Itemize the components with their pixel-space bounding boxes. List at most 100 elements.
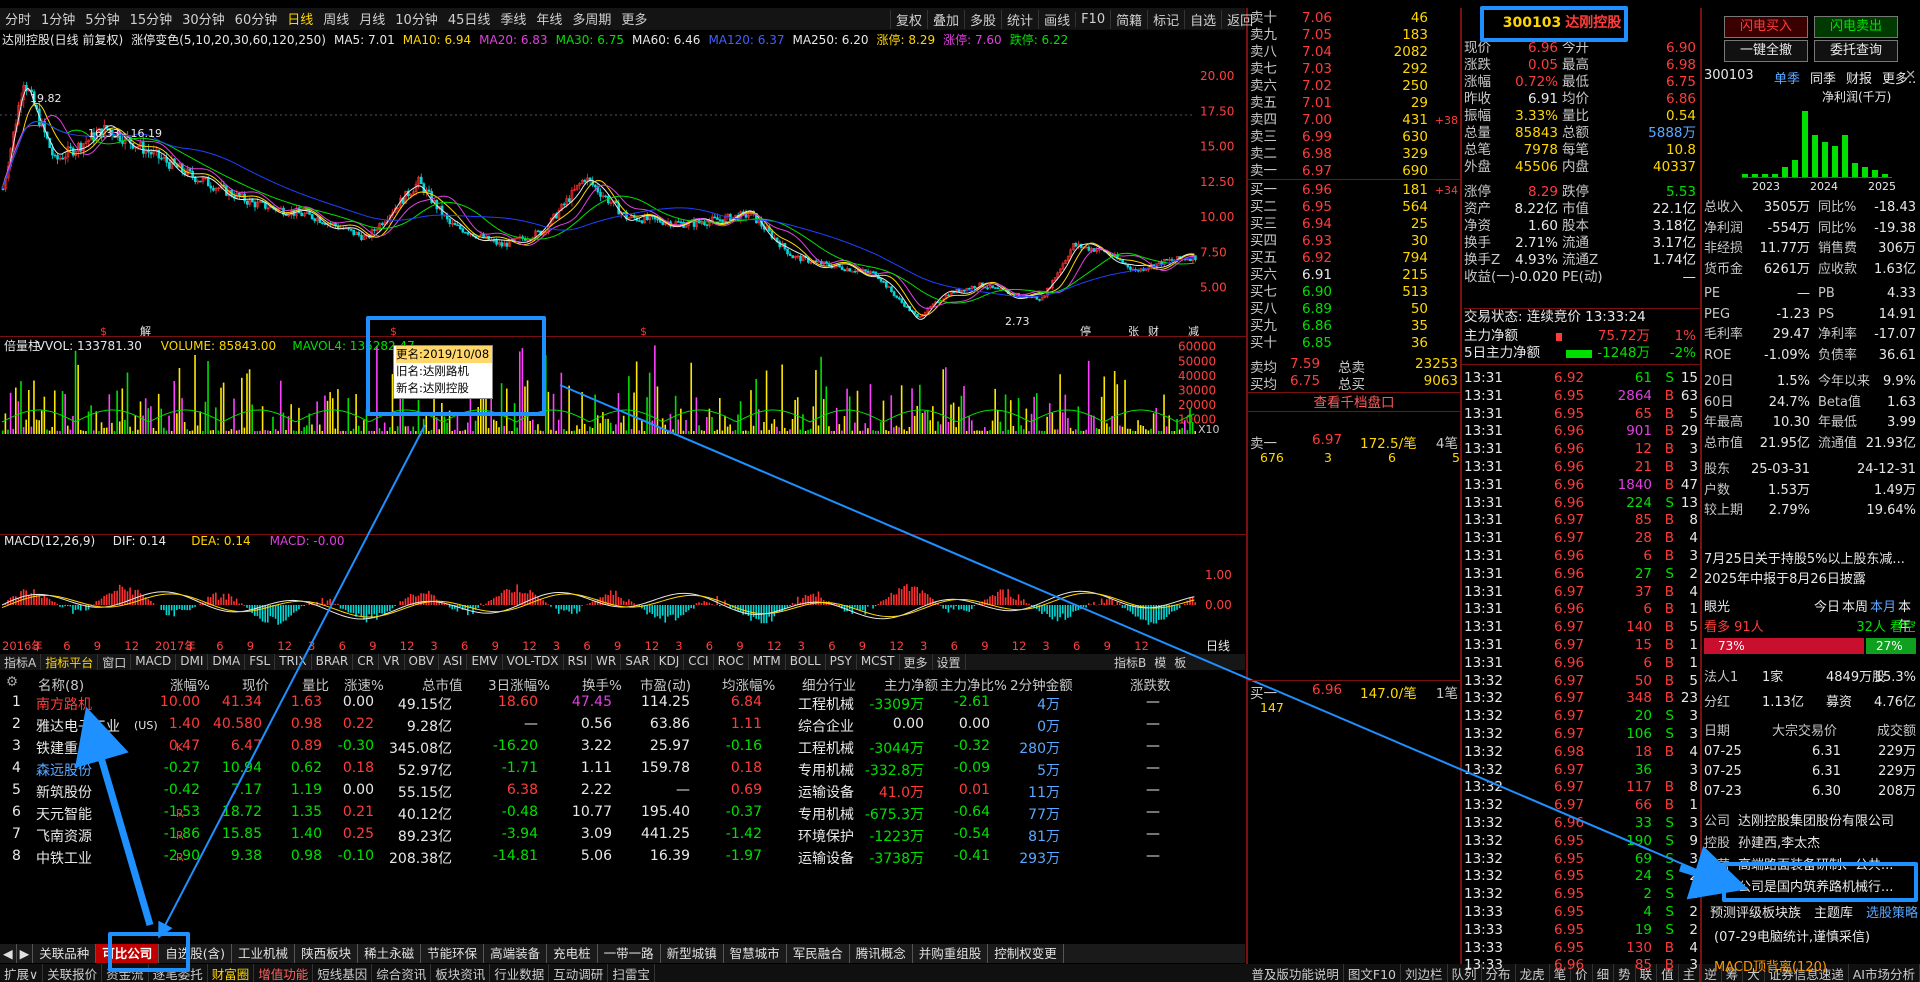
toolbar-7[interactable]: 标记	[1147, 9, 1184, 29]
footer-1[interactable]: 关联报价	[43, 964, 103, 982]
col-header-6[interactable]: 3日涨幅%	[488, 674, 550, 694]
tab-0[interactable]: 关联品种	[33, 944, 97, 963]
col-header-2[interactable]: 现价	[242, 674, 269, 694]
indicator-15[interactable]: RSI	[564, 654, 593, 670]
button-3[interactable]: 委托查询	[1814, 40, 1898, 62]
table-row[interactable]: 4 森远股份 -0.27 10.94 0.62 0.18 52.97亿 -1.71 1.11 15…	[0, 758, 1245, 780]
period-13[interactable]: 多周期	[567, 9, 616, 28]
chart-area[interactable]: 20.0017.5015.0012.5010.007.505.0019.8216…	[0, 30, 1246, 670]
col-header-4[interactable]: 涨速%	[344, 674, 384, 694]
indicator-9[interactable]: CR	[353, 654, 379, 670]
indicator-22[interactable]: BOLL	[786, 654, 826, 670]
table-row[interactable]: 8 中铁工业 R -2.90 9.38 0.98 -0.10 208.38亿 -14.81 5.0…	[0, 846, 1245, 868]
indicator-12[interactable]: ASI	[439, 654, 468, 670]
table-row[interactable]: 5 新筑股份 -0.42 7.17 1.19 0.00 55.15亿 6.38 2.22—0.6…	[0, 780, 1245, 802]
footer-11[interactable]: 扫雷宝	[608, 964, 655, 982]
table-row[interactable]: 6 天元智能 R -1.53 18.72 1.35 0.21 40.12亿 -0.48 10.77…	[0, 802, 1245, 824]
period-4[interactable]: 30分钟	[177, 9, 230, 28]
period-1[interactable]: 1分钟	[36, 9, 80, 28]
toolbar-3[interactable]: 统计	[1001, 9, 1038, 29]
toolbar-9[interactable]: 返回	[1221, 9, 1258, 29]
button-1[interactable]: 闪电卖出	[1814, 16, 1898, 38]
tab-15[interactable]: 控制权变更	[988, 944, 1064, 963]
col-header-14[interactable]: 涨跌数	[1130, 674, 1171, 694]
tab-6[interactable]: 节能环保	[421, 944, 485, 963]
tab-scroll-left[interactable]: ◀	[0, 944, 17, 963]
col-header-10[interactable]: 细分行业	[802, 674, 856, 694]
link-0[interactable]: 预测评级	[1710, 902, 1762, 921]
tab-9[interactable]: 一带一路	[598, 944, 661, 963]
tab-14[interactable]: 并购重组股	[913, 944, 989, 963]
fin-close-icon[interactable]: ✕	[1905, 68, 1916, 83]
indicator-18[interactable]: KDJ	[655, 654, 685, 670]
indicator-3[interactable]: MACD	[131, 654, 177, 670]
indicator-4[interactable]: DMI	[176, 654, 209, 670]
stock-name[interactable]: 天元智能	[36, 804, 92, 824]
col-header-12[interactable]: 主力净比%	[940, 674, 1007, 694]
indicator-right-2[interactable]: 板	[1170, 654, 1190, 670]
indicator-6[interactable]: FSL	[245, 654, 276, 670]
footer-4[interactable]: 财富圈	[208, 964, 255, 982]
toolbar-1[interactable]: 叠加	[927, 9, 964, 29]
news-1[interactable]: 2025年中报于8月26日披露	[1704, 568, 1866, 587]
toolbar-5[interactable]: F10	[1075, 11, 1110, 27]
link-3[interactable]: 选股策略	[1866, 902, 1918, 921]
indicator-right-1[interactable]: 模	[1150, 654, 1170, 670]
indicator-5[interactable]: DMA	[208, 654, 246, 670]
indicator-21[interactable]: MTM	[749, 654, 786, 670]
link-1[interactable]: 板块族	[1762, 902, 1801, 921]
indicator-0[interactable]: 指标A	[0, 654, 42, 670]
footer-right-1[interactable]: 图文F10	[1344, 964, 1402, 982]
footer-right-0[interactable]: 普及版功能说明	[1247, 964, 1344, 982]
col-header-3[interactable]: 量比	[302, 674, 329, 694]
eye-period-2[interactable]: 本月	[1870, 596, 1896, 615]
col-header-11[interactable]: 主力净额	[884, 674, 938, 694]
toolbar-2[interactable]: 多股	[964, 9, 1001, 29]
fin-tab-0[interactable]: 单季	[1774, 68, 1800, 87]
indicator-25[interactable]: 更多	[900, 654, 933, 670]
stock-name[interactable]: 森远股份	[36, 760, 92, 780]
fin-tab-2[interactable]: 财报	[1846, 68, 1872, 87]
period-0[interactable]: 分时	[0, 9, 36, 28]
button-0[interactable]: 闪电买入	[1724, 16, 1808, 38]
tab-4[interactable]: 陕西板块	[295, 944, 359, 963]
indicator-2[interactable]: 窗口	[98, 654, 132, 670]
settings-icon[interactable]: ⚙	[6, 674, 18, 690]
indicator-24[interactable]: MCST	[857, 654, 900, 670]
col-header-9[interactable]: 均涨幅%	[722, 674, 775, 694]
tab-7[interactable]: 高端装备	[484, 944, 548, 963]
table-row[interactable]: 7 飞南资源 R -1.86 15.85 1.40 0.25 89.23亿 -3.94 3.09 4…	[0, 824, 1245, 846]
footer-5[interactable]: 增值功能	[254, 964, 314, 982]
tab-10[interactable]: 新型城镇	[661, 944, 724, 963]
indicator-16[interactable]: WR	[592, 654, 622, 670]
stock-name[interactable]: 中铁工业	[36, 848, 92, 868]
footer-0[interactable]: 扩展∨	[0, 964, 44, 982]
indicator-26[interactable]: 设置	[933, 654, 966, 670]
indicator-20[interactable]: ROC	[714, 654, 749, 670]
eye-period-1[interactable]: 本周	[1842, 596, 1868, 615]
indicator-1[interactable]: 指标平台	[41, 654, 99, 670]
news-0[interactable]: 7月25日关于持股5%以上股东减...	[1704, 548, 1905, 567]
col-header-1[interactable]: 涨幅%	[170, 674, 210, 694]
indicator-8[interactable]: BRAR	[312, 654, 354, 670]
indicator-10[interactable]: VR	[379, 654, 405, 670]
period-10[interactable]: 45日线	[443, 9, 496, 28]
period-5[interactable]: 60分钟	[230, 9, 283, 28]
col-header-8[interactable]: 市盈(动)	[640, 674, 691, 694]
indicator-23[interactable]: PSY	[826, 654, 857, 670]
toolbar-8[interactable]: 自选	[1184, 9, 1221, 29]
toolbar-0[interactable]: 复权	[890, 9, 927, 29]
indicator-17[interactable]: SAR	[621, 654, 655, 670]
indicator-19[interactable]: CCI	[684, 654, 714, 670]
footer-10[interactable]: 互动调研	[549, 964, 609, 982]
footer-6[interactable]: 短线基因	[313, 964, 373, 982]
indicator-13[interactable]: EMV	[467, 654, 503, 670]
stock-name[interactable]: 南方路机	[36, 694, 92, 714]
button-2[interactable]: 一键全撤	[1724, 40, 1808, 62]
col-header-0[interactable]: 名称(8)	[38, 674, 84, 694]
indicator-right-0[interactable]: 指标B	[1110, 654, 1150, 670]
period-11[interactable]: 季线	[495, 9, 531, 28]
footer-9[interactable]: 行业数据	[490, 964, 550, 982]
period-3[interactable]: 15分钟	[125, 9, 178, 28]
indicator-7[interactable]: TRIX	[275, 654, 312, 670]
